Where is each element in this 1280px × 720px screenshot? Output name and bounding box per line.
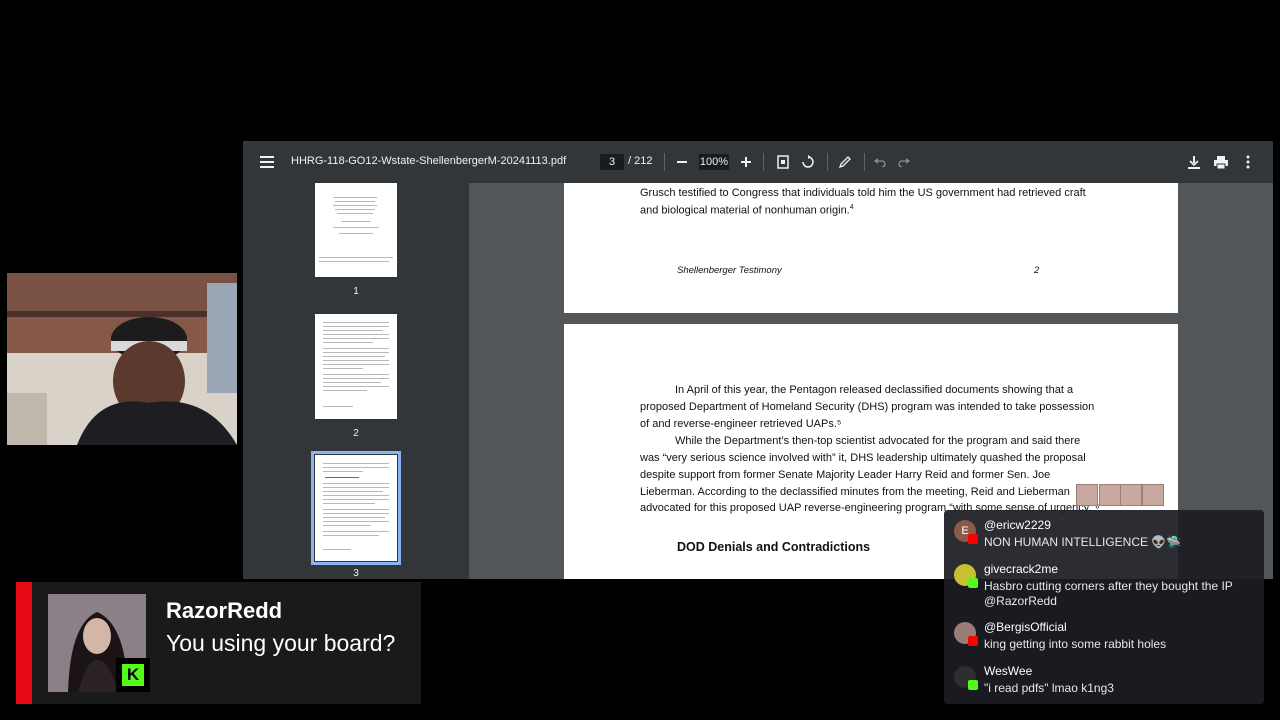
page-text-line: despite support from former Senate Major… [640, 469, 1051, 481]
minus-icon[interactable] [672, 152, 692, 172]
more-vert-icon[interactable] [1238, 152, 1258, 172]
undo-icon[interactable] [870, 152, 890, 172]
page-footer-label: Shellenberger Testimony [677, 265, 782, 276]
chat-message: givecrack2me Hasbro cutting corners afte… [944, 560, 1264, 614]
toolbar-divider [864, 153, 865, 171]
page-text-line: Lieberman. According to the declassified… [640, 486, 1070, 498]
zoom-level-input[interactable]: 100% [699, 154, 729, 170]
toolbar-divider [763, 153, 764, 171]
section-heading: DOD Denials and Contradictions [677, 540, 871, 554]
chat-message: WesWee "i read pdfs" lmao k1ng3 [944, 662, 1264, 702]
print-icon[interactable] [1211, 152, 1231, 172]
chat-message: @BergisOfficial king getting into some r… [944, 618, 1264, 658]
pdf-page-2: Grusch testified to Congress that indivi… [564, 183, 1178, 313]
toolbar-divider [664, 153, 665, 171]
thumbnail-page-3[interactable] [315, 455, 397, 561]
youtube-icon [968, 534, 978, 544]
page-text-line: of and reverse-engineer retrieved UAPs.⁵ [640, 418, 842, 430]
page-total: / 212 [628, 155, 653, 167]
chat-text: NON HUMAN INTELLIGENCE 👽🛸 [984, 535, 1182, 549]
page-text-line: was “very serious science involved with”… [640, 452, 1086, 464]
thumbnail-label: 1 [353, 286, 359, 297]
thumbnail-label: 2 [353, 428, 359, 439]
download-icon[interactable] [1184, 152, 1204, 172]
kick-icon [968, 680, 978, 690]
fit-page-icon[interactable] [773, 152, 793, 172]
chat-username: @BergisOfficial [984, 620, 1067, 634]
thumbnail-sidebar: 1 2 3 [243, 183, 469, 579]
highlight-username: RazorRedd [166, 598, 283, 623]
highlight-message: You using your board? [166, 630, 396, 656]
highlighted-chat-message: K RazorRedd You using your board? [16, 582, 421, 704]
page-text-line: Grusch testified to Congress that indivi… [640, 187, 1086, 199]
page-number-input[interactable]: 3 [600, 154, 624, 170]
emote-icon [1099, 484, 1121, 506]
kick-badge-icon: K [116, 658, 150, 692]
chat-username: givecrack2me [984, 562, 1059, 576]
rotate-icon[interactable] [798, 152, 818, 172]
redo-icon[interactable] [894, 152, 914, 172]
pdf-toolbar: HHRG-118-GO12-Wstate-ShellenbergerM-2024… [243, 141, 1273, 183]
chat-text: Hasbro cutting corners after they bought… [984, 579, 1233, 593]
chat-username: @ericw2229 [984, 518, 1051, 532]
page-text-line: While the Department’s then-top scientis… [675, 435, 1081, 447]
webcam-feed [7, 273, 237, 445]
chat-text-mention: @RazorRedd [984, 594, 1057, 608]
chat-overlay: E @ericw2229 NON HUMAN INTELLIGENCE 👽🛸 g… [944, 510, 1264, 704]
chat-message: E @ericw2229 NON HUMAN INTELLIGENCE 👽🛸 [944, 516, 1264, 556]
plus-icon[interactable] [736, 152, 756, 172]
page-text-line: proposed Department of Homeland Security… [640, 401, 1095, 413]
chat-text: king getting into some rabbit holes [984, 637, 1167, 651]
thumbnail-page-1[interactable] [315, 183, 397, 277]
youtube-icon [968, 636, 978, 646]
emote-icon [1120, 484, 1142, 506]
thumbnail-label: 3 [353, 568, 359, 579]
hamburger-menu-icon[interactable] [257, 152, 277, 172]
page-footer-number: 2 [1034, 265, 1040, 276]
pen-icon[interactable] [835, 152, 855, 172]
chat-username: WesWee [984, 664, 1033, 678]
highlight-accent-bar [16, 582, 32, 704]
emote-icon [1076, 484, 1098, 506]
webcam-image [7, 273, 237, 445]
toolbar-divider [827, 153, 828, 171]
kick-icon [968, 578, 978, 588]
page-text-line: In April of this year, the Pentagon rele… [675, 384, 1074, 396]
emote-icon [1142, 484, 1164, 506]
thumbnail-page-2[interactable] [315, 314, 397, 419]
page-text-line: and biological material of nonhuman orig… [640, 204, 854, 217]
document-title: HHRG-118-GO12-Wstate-ShellenbergerM-2024… [291, 155, 567, 167]
chat-text: "i read pdfs" lmao k1ng3 [984, 681, 1114, 695]
